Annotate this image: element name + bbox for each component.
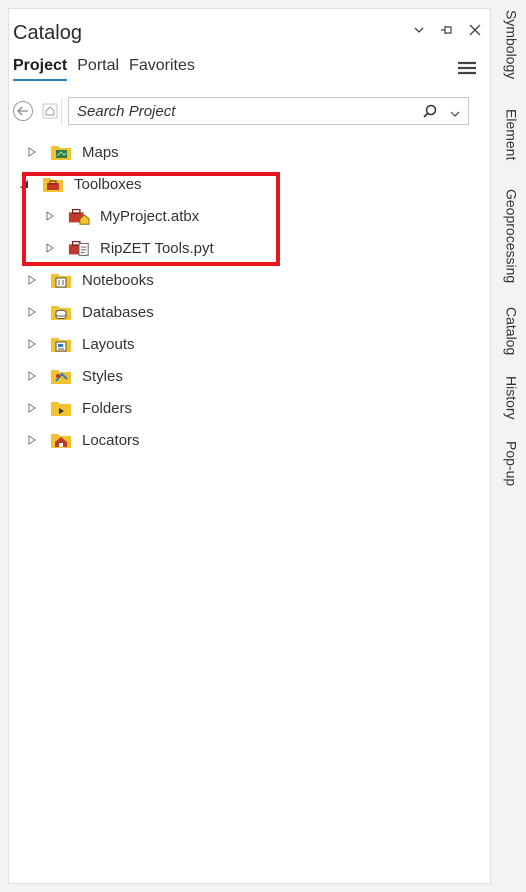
sidetab-catalog[interactable]: Catalog	[497, 300, 526, 362]
close-icon[interactable]	[468, 23, 482, 37]
tree-item-toolboxes[interactable]: Toolboxes	[18, 172, 142, 196]
sidetab-history[interactable]: History	[497, 368, 526, 428]
expand-arrow-icon[interactable]	[26, 146, 38, 158]
expand-arrow-icon[interactable]	[26, 434, 38, 446]
tree-item-folders[interactable]: Folders	[26, 396, 132, 420]
tree-item-styles[interactable]: Styles	[26, 364, 123, 388]
search-input[interactable]	[69, 98, 415, 124]
tree-item-label: Layouts	[82, 335, 135, 353]
tab-portal[interactable]: Portal	[77, 57, 119, 81]
styles-folder-icon	[50, 367, 72, 385]
maps-folder-icon	[50, 143, 72, 161]
pin-icon[interactable]	[440, 23, 454, 37]
tree-item-label: Folders	[82, 399, 133, 417]
python-toolbox-icon	[68, 239, 90, 257]
expand-arrow-icon[interactable]	[26, 274, 38, 286]
tree-item-label: RipZET Tools.pyt	[100, 239, 214, 257]
layouts-folder-icon	[50, 335, 72, 353]
tree-item-label: Notebooks	[82, 271, 154, 289]
search-icon[interactable]	[422, 103, 438, 124]
search-bar	[13, 97, 469, 125]
locators-folder-icon	[50, 431, 72, 449]
tree-item-label: MyProject.atbx	[100, 207, 200, 225]
back-icon[interactable]	[13, 101, 33, 121]
expand-arrow-icon[interactable]	[44, 210, 56, 222]
folders-folder-icon	[50, 399, 72, 417]
toolbox-icon	[68, 207, 90, 225]
search-box	[68, 97, 469, 125]
sidetab-symbology[interactable]: Symbology	[497, 0, 526, 90]
pane-controls	[412, 23, 482, 37]
tab-favorites[interactable]: Favorites	[129, 57, 195, 81]
tree-item-layouts[interactable]: Layouts	[26, 332, 135, 356]
tree-item-maps[interactable]: Maps	[26, 140, 119, 164]
expand-arrow-icon[interactable]	[26, 402, 38, 414]
expand-arrow-icon[interactable]	[44, 242, 56, 254]
expand-arrow-icon[interactable]	[26, 306, 38, 318]
search-dropdown-icon[interactable]	[450, 105, 460, 123]
catalog-tabs: Project Portal Favorites	[13, 57, 195, 81]
tree-item-myproject-atbx[interactable]: MyProject.atbx	[44, 204, 199, 228]
sidetab-element[interactable]: Element	[497, 100, 526, 170]
tree-item-label: Locators	[82, 431, 140, 449]
tree-item-notebooks[interactable]: Notebooks	[26, 268, 154, 292]
expand-arrow-icon[interactable]	[26, 370, 38, 382]
sidetab-geoprocessing[interactable]: Geoprocessing	[497, 178, 526, 294]
home-icon[interactable]	[39, 99, 62, 123]
side-dock: Symbology Element Geoprocessing Catalog …	[497, 0, 526, 892]
pane-title: Catalog	[13, 22, 82, 44]
toolboxes-folder-icon	[42, 175, 64, 193]
tree-item-databases[interactable]: Databases	[26, 300, 154, 324]
expand-arrow-icon[interactable]	[26, 338, 38, 350]
databases-folder-icon	[50, 303, 72, 321]
tree-item-locators[interactable]: Locators	[26, 428, 140, 452]
tree-item-label: Styles	[82, 367, 123, 385]
notebooks-folder-icon	[50, 271, 72, 289]
hamburger-menu-icon[interactable]	[458, 61, 476, 80]
chevron-down-icon[interactable]	[412, 23, 426, 37]
tree-item-label: Toolboxes	[74, 175, 142, 193]
tree-item-label: Databases	[82, 303, 154, 321]
tree-item-label: Maps	[82, 143, 119, 161]
sidetab-popup[interactable]: Pop-up	[497, 434, 526, 494]
tree-item-ripzet-tools-pyt[interactable]: RipZET Tools.pyt	[44, 236, 214, 260]
tab-project[interactable]: Project	[13, 57, 68, 81]
collapse-arrow-icon[interactable]	[18, 178, 30, 190]
